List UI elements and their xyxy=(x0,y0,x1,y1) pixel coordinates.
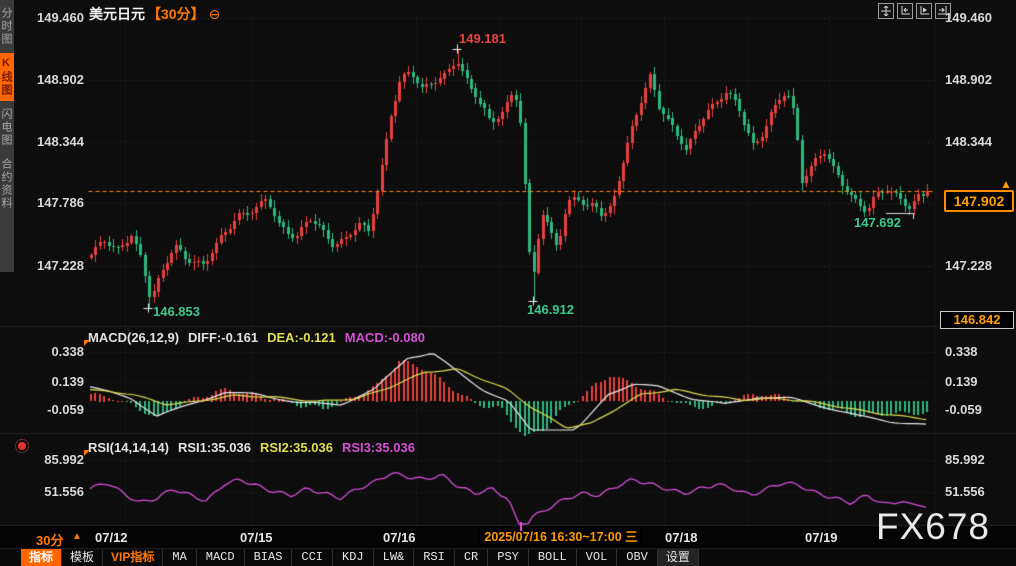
axis-tick-label: 148.344 xyxy=(945,134,992,149)
toolbar-tab-OBV[interactable]: OBV xyxy=(617,549,658,566)
chart-shift-left-icon[interactable] xyxy=(897,3,913,19)
axis-tick-label: 85.992 xyxy=(0,452,84,467)
cursor-tick xyxy=(520,522,522,531)
axis-tick-label: 0.139 xyxy=(0,374,84,389)
chart-tool-icons xyxy=(878,3,951,19)
collapse-icon[interactable]: ⊖ xyxy=(209,6,221,22)
toolbar-tab-PSY[interactable]: PSY xyxy=(488,549,529,566)
toolbar-tab-VOL[interactable]: VOL xyxy=(577,549,618,566)
crosshair-icon[interactable] xyxy=(878,3,894,19)
date-label: 07/12 xyxy=(95,530,128,545)
macd-params: MACD(26,12,9) xyxy=(88,330,179,345)
range-low-box: 146.842 xyxy=(940,311,1014,329)
toolbar-tab-VIP指标[interactable]: VIP指标 xyxy=(103,549,163,566)
toolbar-tab-KDJ[interactable]: KDJ xyxy=(333,549,374,566)
rsi-indicator-row: RSI(14,14,14) RSI1:35.036 RSI2:35.036 RSI3:… xyxy=(88,440,415,455)
period-dropdown-arrow-icon[interactable]: ▲ xyxy=(72,531,82,542)
rsi1-value: RSI1:35.036 xyxy=(178,440,251,455)
low-price-annotation-1: 146.853 xyxy=(153,304,200,319)
sidebar-item-1[interactable]: 分时图 xyxy=(0,3,14,50)
macd-hist-value: MACD:-0.080 xyxy=(345,330,425,345)
axis-tick-label: 147.228 xyxy=(945,258,992,273)
sidebar-item-4[interactable]: 合约资料 xyxy=(0,154,14,214)
sidebar-item-3[interactable]: 闪电图 xyxy=(0,104,14,151)
sidebar-item-2[interactable]: K线图 xyxy=(0,53,14,101)
toolbar-tab-BOLL[interactable]: BOLL xyxy=(529,549,577,566)
rsi-params: RSI(14,14,14) xyxy=(88,440,169,455)
chart-title: 美元日元【30分】⊖ xyxy=(89,4,220,24)
symbol-name: 美元日元 xyxy=(89,6,145,22)
toolbar-tab-BIAS[interactable]: BIAS xyxy=(245,549,293,566)
pane-resize-wedge[interactable] xyxy=(84,450,90,456)
date-label: 07/19 xyxy=(805,530,838,545)
candlestick-chart[interactable] xyxy=(0,0,1016,566)
chart-play-icon[interactable] xyxy=(916,3,932,19)
toolbar-tab-LW&[interactable]: LW& xyxy=(374,549,415,566)
current-price-box: 147.902 xyxy=(944,190,1014,212)
bottom-toolbar: 指标模板VIP指标MAMACDBIASCCIKDJLW&RSICRPSYBOLL… xyxy=(0,548,1016,566)
axis-tick-label: 148.902 xyxy=(945,72,992,87)
axis-tick-label: 0.139 xyxy=(945,374,978,389)
axis-tick-label: -0.059 xyxy=(0,402,84,417)
toolbar-tab-MA[interactable]: MA xyxy=(163,549,196,566)
time-axis: 30分 ▲ 2025/07/16 16:30~17:00 三 07/12 07/1… xyxy=(0,526,1016,548)
date-label: 07/16 xyxy=(383,530,416,545)
toolbar-tab-RSI[interactable]: RSI xyxy=(414,549,455,566)
price-up-arrow-icon: ▲ xyxy=(1000,177,1012,191)
macd-diff-value: DIFF:-0.161 xyxy=(188,330,258,345)
pane-resize-wedge[interactable] xyxy=(84,340,90,346)
toolbar-tab-设置[interactable]: 设置 xyxy=(658,549,699,566)
axis-tick-label: 0.338 xyxy=(0,344,84,359)
toolbar-tab-CR[interactable]: CR xyxy=(455,549,488,566)
axis-tick-label: -0.059 xyxy=(945,402,982,417)
recent-low-annotation: 147.692 xyxy=(854,215,901,230)
axis-tick-label: 149.460 xyxy=(945,10,992,25)
toolbar-tab-MACD[interactable]: MACD xyxy=(197,549,245,566)
sidebar: 分时图 K线图闪电图合约资料 xyxy=(0,0,14,272)
axis-tick-label: 0.338 xyxy=(945,344,978,359)
low-price-annotation-2: 146.912 xyxy=(527,302,574,317)
alert-dot-icon xyxy=(18,442,26,450)
period-selector[interactable]: 30分 xyxy=(36,530,63,549)
toolbar-tab-指标[interactable]: 指标 xyxy=(21,549,62,566)
macd-dea-value: DEA:-0.121 xyxy=(267,330,336,345)
rsi3-value: RSI3:35.036 xyxy=(342,440,415,455)
toolbar-tab-模板[interactable]: 模板 xyxy=(62,549,103,566)
toolbar-tab-CCI[interactable]: CCI xyxy=(292,549,333,566)
macd-indicator-row: MACD(26,12,9) DIFF:-0.161 DEA:-0.121 MACD:-… xyxy=(88,330,425,345)
period-label: 【30分】 xyxy=(147,6,205,22)
axis-tick-label: 51.556 xyxy=(945,484,985,499)
rsi2-value: RSI2:35.036 xyxy=(260,440,333,455)
axis-tick-label: 85.992 xyxy=(945,452,985,467)
watermark: FX678 xyxy=(876,506,990,548)
axis-tick-label: 51.556 xyxy=(0,484,84,499)
high-price-annotation: 149.181 xyxy=(459,31,506,46)
cursor-time-box: 2025/07/16 16:30~17:00 三 xyxy=(479,528,643,547)
date-label: 07/18 xyxy=(665,530,698,545)
date-label: 07/15 xyxy=(240,530,273,545)
